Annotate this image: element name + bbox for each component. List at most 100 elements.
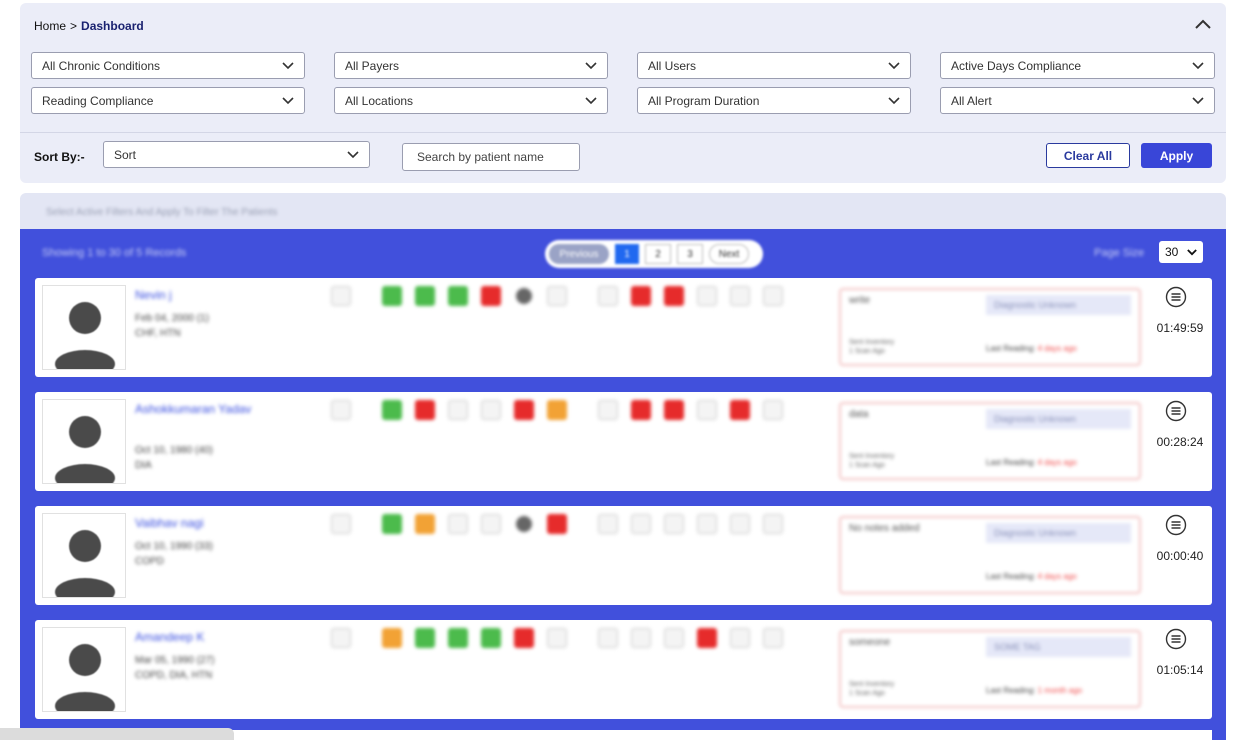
calendar-icon[interactable]	[598, 514, 618, 534]
chart-icon[interactable]	[697, 400, 717, 420]
user-icon[interactable]	[730, 514, 750, 534]
user-icon[interactable]	[730, 628, 750, 648]
chronic-conditions-select[interactable]: All Chronic Conditions	[31, 52, 305, 79]
status-icon[interactable]	[631, 514, 651, 534]
document-icon[interactable]	[331, 514, 351, 534]
menu-icon[interactable]	[1165, 628, 1187, 650]
patient-name[interactable]: Amandeep K	[135, 629, 255, 645]
pagination-page[interactable]: 3	[677, 244, 703, 264]
chart-icon[interactable]	[697, 514, 717, 534]
menu-icon[interactable]	[1165, 400, 1187, 422]
filter-divider	[20, 132, 1226, 133]
sort-select[interactable]: Sort	[103, 141, 370, 168]
breadcrumb-separator: >	[70, 19, 78, 33]
user-avatar-icon	[55, 302, 115, 369]
pagination-page[interactable]: 2	[645, 244, 671, 264]
program-duration-select[interactable]: All Program Duration	[637, 87, 911, 114]
breadcrumb-home[interactable]: Home	[34, 19, 66, 33]
alert-icon[interactable]	[664, 400, 684, 420]
status-icon[interactable]	[481, 400, 501, 420]
calendar-icon[interactable]	[598, 400, 618, 420]
payers-select[interactable]: All Payers	[334, 52, 608, 79]
status-icon[interactable]	[481, 628, 501, 648]
note-text: someone	[849, 637, 891, 648]
patient-card[interactable]: Ashokkumaran Yadav Oct 10, 1980 (40) DIA…	[35, 392, 1212, 491]
status-icon[interactable]	[448, 400, 468, 420]
info-strip: Select Active Filters And Apply To Filte…	[20, 193, 1226, 229]
alert-icon[interactable]	[481, 286, 501, 306]
user-icon[interactable]	[730, 286, 750, 306]
patient-name[interactable]: Nevin j	[135, 287, 255, 303]
status-icon[interactable]	[448, 286, 468, 306]
patient-card[interactable]: Nevin j Feb 04, 2000 (1) CHF, HTN write …	[35, 278, 1212, 377]
last-reading: Last Reading: 1 month ago	[986, 686, 1082, 695]
status-icon[interactable]	[415, 286, 435, 306]
status-icon[interactable]	[448, 514, 468, 534]
chevron-down-icon	[1192, 96, 1204, 104]
reading-compliance-select[interactable]: Reading Compliance	[31, 87, 305, 114]
patient-list: Showing 1 to 30 of 5 Records Previous 1 …	[20, 229, 1226, 740]
menu-icon[interactable]	[1165, 286, 1187, 308]
pagination-next[interactable]: Next	[709, 244, 749, 264]
alert-icon[interactable]	[415, 400, 435, 420]
menu-icon[interactable]	[1165, 514, 1187, 536]
user-icon[interactable]	[547, 628, 567, 648]
status-icon[interactable]	[448, 628, 468, 648]
chevron-down-icon	[282, 96, 294, 104]
document-icon[interactable]	[331, 286, 351, 306]
alert-icon[interactable]	[514, 628, 534, 648]
list-icon[interactable]	[763, 514, 783, 534]
status-icon[interactable]	[631, 628, 651, 648]
apply-button[interactable]: Apply	[1141, 143, 1212, 168]
document-icon[interactable]	[331, 400, 351, 420]
alert-icon[interactable]	[631, 286, 651, 306]
patient-name[interactable]: Vaibhav nagi	[135, 515, 255, 531]
chevron-up-icon[interactable]	[1194, 17, 1212, 31]
users-select[interactable]: All Users	[637, 52, 911, 79]
alert-icon[interactable]	[730, 400, 750, 420]
patient-dob: Oct 10, 1980 (40)	[135, 445, 213, 456]
document-icon[interactable]	[331, 628, 351, 648]
alert-select[interactable]: All Alert	[940, 87, 1215, 114]
status-icon[interactable]	[481, 514, 501, 534]
device-icon[interactable]	[516, 516, 532, 532]
status-icon[interactable]	[382, 400, 402, 420]
horizontal-scrollbar[interactable]	[0, 728, 234, 740]
patient-card[interactable]: Vaibhav nagi Oct 10, 1990 (33) COPD No n…	[35, 506, 1212, 605]
page-size-select[interactable]: 30	[1159, 241, 1203, 263]
pagination-page[interactable]: 1	[615, 244, 639, 264]
alert-icon[interactable]	[697, 628, 717, 648]
alert-icon[interactable]	[514, 400, 534, 420]
select-value: All Chronic Conditions	[42, 58, 161, 73]
status-icon[interactable]	[382, 286, 402, 306]
alert-icon[interactable]	[631, 400, 651, 420]
status-icon[interactable]	[664, 628, 684, 648]
notes-panel: data Diagnostic Unknown Sent Inventory 1 …	[839, 402, 1141, 480]
chart-icon[interactable]	[697, 286, 717, 306]
list-icon[interactable]	[763, 400, 783, 420]
status-icon[interactable]	[415, 628, 435, 648]
patient-card[interactable]: Amandeep K Mar 05, 1990 (27) COPD, DIA, …	[35, 620, 1212, 719]
calendar-icon[interactable]	[598, 628, 618, 648]
status-icon[interactable]	[664, 514, 684, 534]
select-value: Sort	[114, 147, 137, 162]
active-days-compliance-select[interactable]: Active Days Compliance	[940, 52, 1215, 79]
user-icon[interactable]	[547, 286, 567, 306]
calendar-icon[interactable]	[598, 286, 618, 306]
warning-icon[interactable]	[382, 628, 402, 648]
note-text: No notes added	[849, 523, 920, 534]
warning-icon[interactable]	[415, 514, 435, 534]
patient-name[interactable]: Ashokkumaran Yadav	[135, 401, 255, 417]
list-icon[interactable]	[763, 286, 783, 306]
alert-icon[interactable]	[547, 514, 567, 534]
clear-all-button[interactable]: Clear All	[1046, 143, 1130, 168]
pagination-previous[interactable]: Previous	[549, 244, 609, 264]
list-icon[interactable]	[763, 628, 783, 648]
device-icon[interactable]	[516, 288, 532, 304]
status-icon[interactable]	[382, 514, 402, 534]
locations-select[interactable]: All Locations	[334, 87, 608, 114]
warning-icon[interactable]	[547, 400, 567, 420]
select-value: All Payers	[345, 58, 400, 73]
alert-icon[interactable]	[664, 286, 684, 306]
search-input[interactable]	[402, 143, 580, 171]
